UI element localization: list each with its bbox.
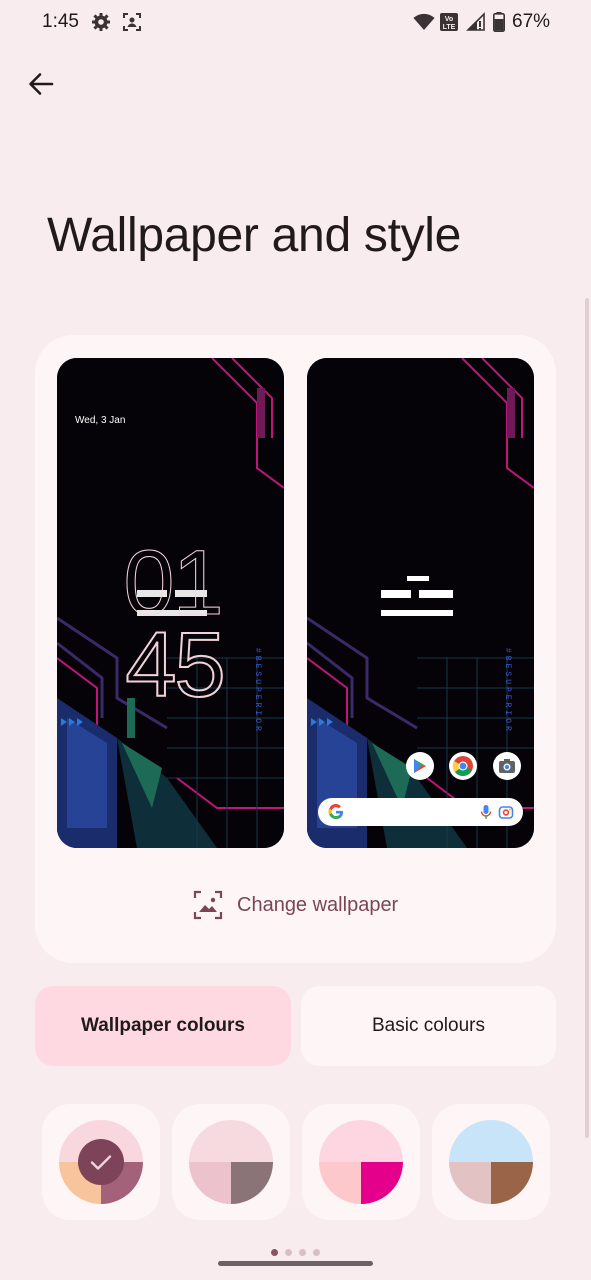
chrome-app-icon bbox=[449, 752, 477, 780]
lock-screen-date: Wed, 3 Jan bbox=[75, 415, 126, 426]
gesture-navigation-handle[interactable] bbox=[218, 1261, 373, 1266]
microphone-icon bbox=[480, 805, 492, 819]
svg-text:LTE: LTE bbox=[443, 24, 456, 31]
signal-icon bbox=[465, 11, 487, 33]
wallpaper-picture-icon bbox=[193, 890, 223, 920]
page-title: Wallpaper and style bbox=[47, 209, 462, 262]
lock-screen-preview[interactable]: #BESUPERIOR Wed, 3 Jan 01 45 bbox=[57, 358, 284, 848]
camera-app-icon bbox=[493, 752, 521, 780]
colour-swatch-1[interactable] bbox=[42, 1104, 160, 1220]
page-indicator bbox=[271, 1249, 320, 1256]
wallpaper-preview-card: #BESUPERIOR Wed, 3 Jan 01 45 #BESUPERIOR… bbox=[35, 335, 556, 963]
swatch-circle bbox=[59, 1120, 143, 1204]
battery-percentage: 67% bbox=[512, 11, 551, 32]
page-dot bbox=[285, 1249, 292, 1256]
volte-icon: Vo LTE bbox=[438, 11, 460, 33]
battery-icon bbox=[492, 11, 506, 33]
scrollbar[interactable] bbox=[585, 298, 589, 1138]
google-lens-icon bbox=[498, 806, 514, 819]
page-dot bbox=[271, 1249, 278, 1256]
swatch-circle bbox=[189, 1120, 273, 1204]
swatch-circle bbox=[449, 1120, 533, 1204]
back-button[interactable] bbox=[20, 63, 62, 105]
status-bar: 1:45 Vo LTE 67% bbox=[0, 0, 591, 46]
page-dot bbox=[313, 1249, 320, 1256]
change-wallpaper-button[interactable]: Change wallpaper bbox=[193, 888, 398, 922]
selected-indicator bbox=[78, 1139, 124, 1185]
screen-capture-icon bbox=[121, 11, 143, 33]
colour-swatch-3[interactable] bbox=[302, 1104, 420, 1220]
back-arrow-icon bbox=[29, 73, 54, 95]
change-wallpaper-label: Change wallpaper bbox=[237, 893, 399, 916]
swatch-circle bbox=[319, 1120, 403, 1204]
wallpaper-text: #BESUPERIOR bbox=[503, 648, 512, 734]
lock-screen-clock-minutes: 45 bbox=[61, 618, 284, 712]
lock-screen-clock-hours: 01 bbox=[123, 532, 224, 634]
google-g-icon bbox=[328, 804, 343, 820]
settings-gear-icon bbox=[90, 11, 112, 33]
wifi-icon bbox=[412, 11, 436, 33]
home-screen-preview[interactable]: #BESUPERIOR bbox=[307, 358, 534, 848]
colour-swatch-2[interactable] bbox=[172, 1104, 290, 1220]
svg-text:Vo: Vo bbox=[445, 16, 453, 23]
status-time: 1:45 bbox=[42, 11, 79, 32]
play-store-app-icon bbox=[406, 752, 434, 780]
tab-wallpaper-colours[interactable]: Wallpaper colours bbox=[35, 986, 291, 1066]
google-search-bar bbox=[318, 798, 523, 826]
lock-screen-clock-minutes-text: 45 bbox=[124, 614, 226, 716]
tab-basic-colours[interactable]: Basic colours bbox=[301, 986, 556, 1066]
colour-swatch-4[interactable] bbox=[432, 1104, 550, 1220]
page-dot bbox=[299, 1249, 306, 1256]
